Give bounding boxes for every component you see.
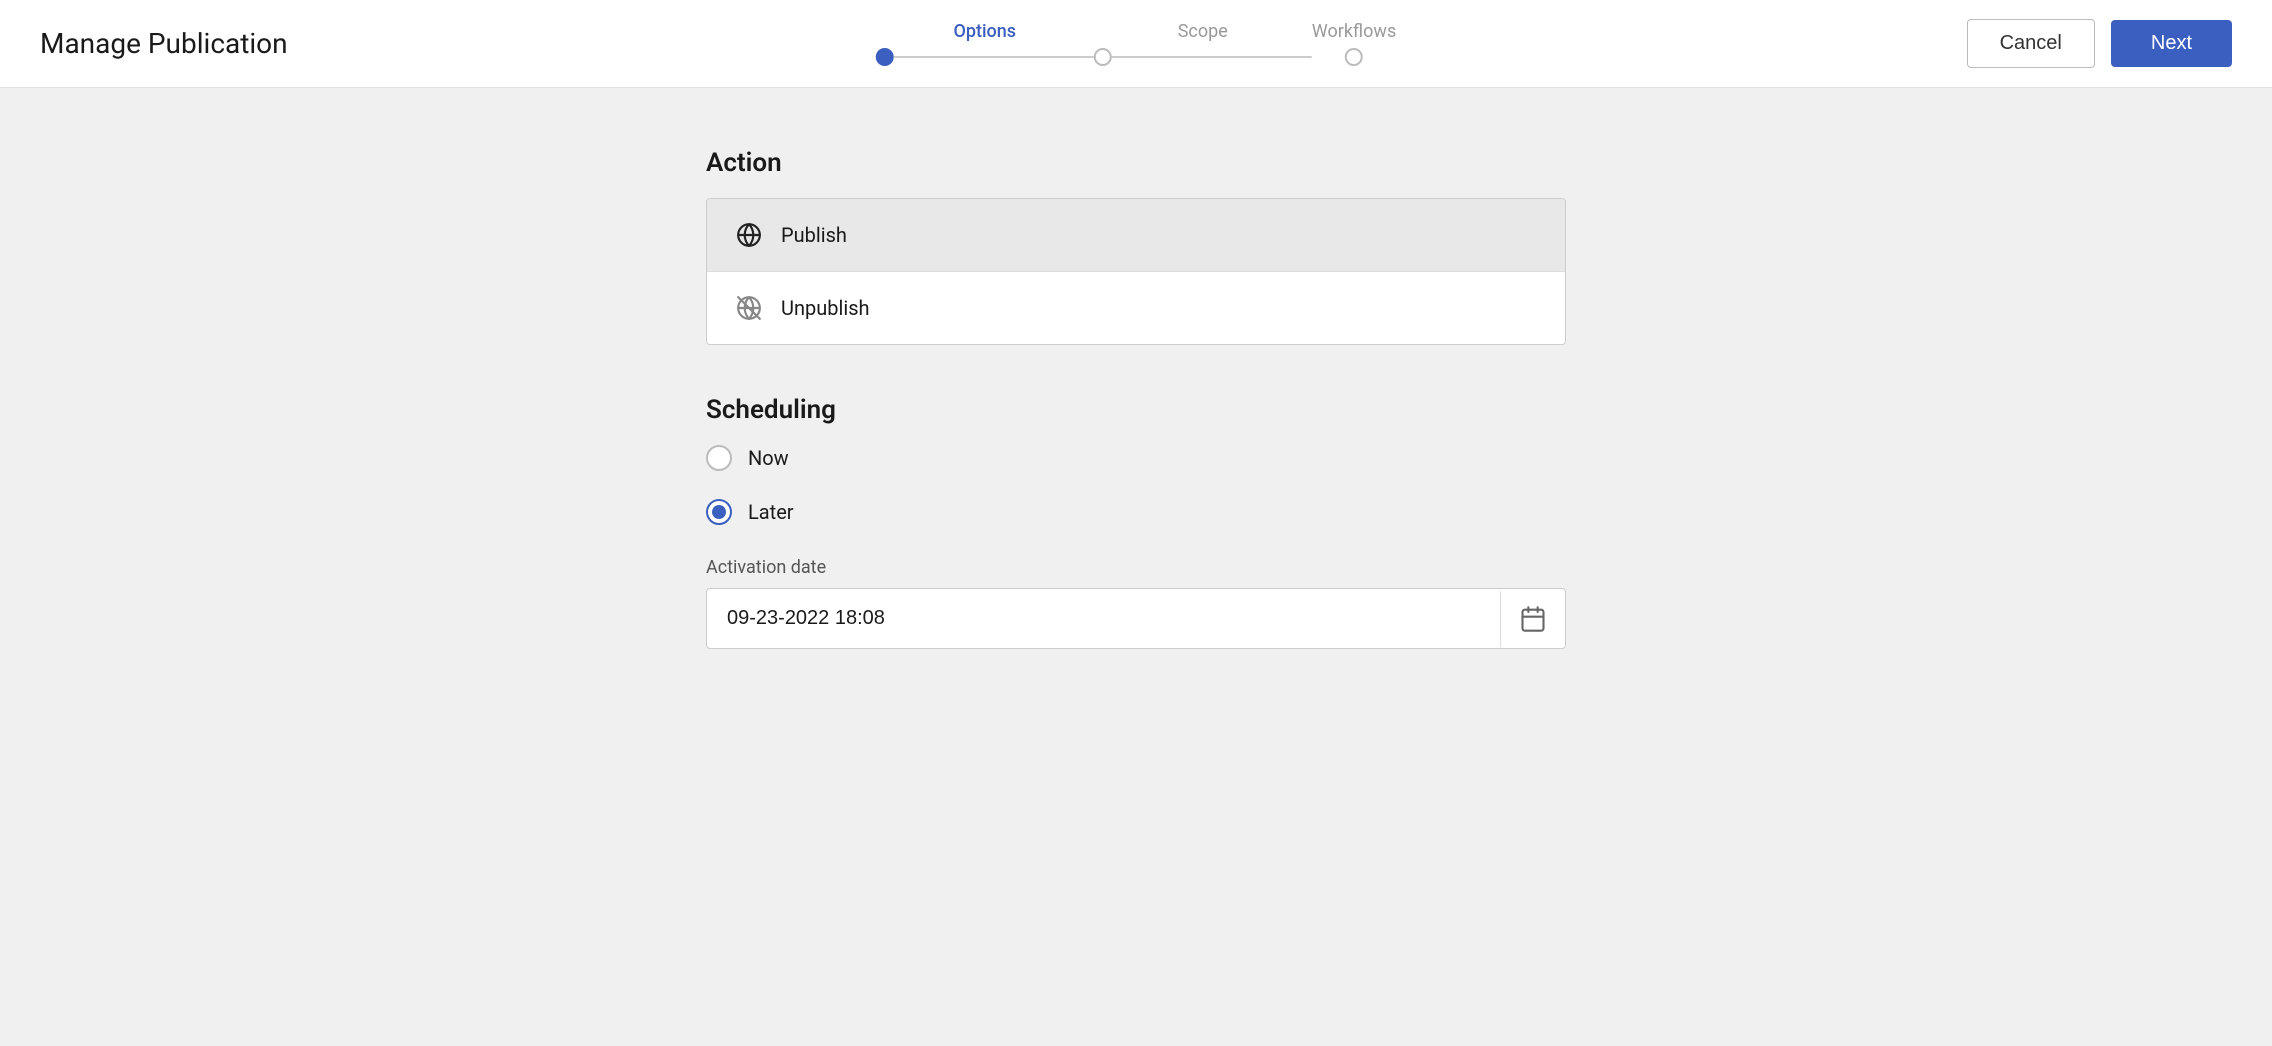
action-list: Publish Unpublish [706, 198, 1566, 345]
step-workflows-label[interactable]: Workflows [1312, 21, 1397, 42]
action-section: Action Publish [706, 148, 1566, 345]
content-area: Action Publish [706, 148, 1566, 986]
step-line-2 [1112, 56, 1312, 58]
action-title: Action [706, 148, 1566, 178]
calendar-button[interactable] [1500, 591, 1565, 647]
unpublish-label: Unpublish [781, 296, 870, 320]
date-input-row [706, 588, 1566, 649]
header: Manage Publication Options Scope Workflo… [0, 0, 2272, 88]
publish-label: Publish [781, 223, 847, 247]
radio-now-label: Now [748, 446, 789, 470]
globe-icon [735, 221, 763, 249]
scheduling-radio-group: Now Later [706, 445, 1566, 525]
date-input[interactable] [707, 589, 1500, 648]
radio-later-outer [706, 499, 732, 525]
main-content: Action Publish [0, 88, 2272, 1046]
radio-later-inner [712, 505, 726, 519]
step-options-label[interactable]: Options [953, 21, 1016, 42]
globe-off-icon [735, 294, 763, 322]
step-scope-circle [1094, 48, 1112, 66]
radio-later[interactable]: Later [706, 499, 1566, 525]
cancel-button[interactable]: Cancel [1967, 19, 2095, 68]
activation-date-container: Activation date [706, 557, 1566, 649]
radio-now-outer [706, 445, 732, 471]
step-scope-label[interactable]: Scope [1178, 21, 1228, 42]
step-options-circle [876, 48, 894, 66]
step-options: Options [876, 21, 1094, 66]
action-item-unpublish[interactable]: Unpublish [707, 272, 1565, 344]
step-workflows: Workflows [1312, 21, 1397, 66]
action-item-publish[interactable]: Publish [707, 199, 1565, 272]
header-actions: Cancel Next [1967, 19, 2232, 68]
scheduling-title: Scheduling [706, 395, 1566, 425]
calendar-icon [1519, 605, 1547, 633]
step-line-1 [894, 56, 1094, 58]
scheduling-section: Scheduling Now Later Activation date [706, 395, 1566, 649]
radio-now[interactable]: Now [706, 445, 1566, 471]
step-workflows-circle [1345, 48, 1363, 66]
page-title: Manage Publication [40, 27, 288, 60]
next-button[interactable]: Next [2111, 20, 2232, 67]
activation-date-label: Activation date [706, 557, 1566, 578]
radio-later-label: Later [748, 500, 794, 524]
stepper: Options Scope Workflows [876, 21, 1397, 66]
step-scope: Scope [1094, 21, 1312, 66]
